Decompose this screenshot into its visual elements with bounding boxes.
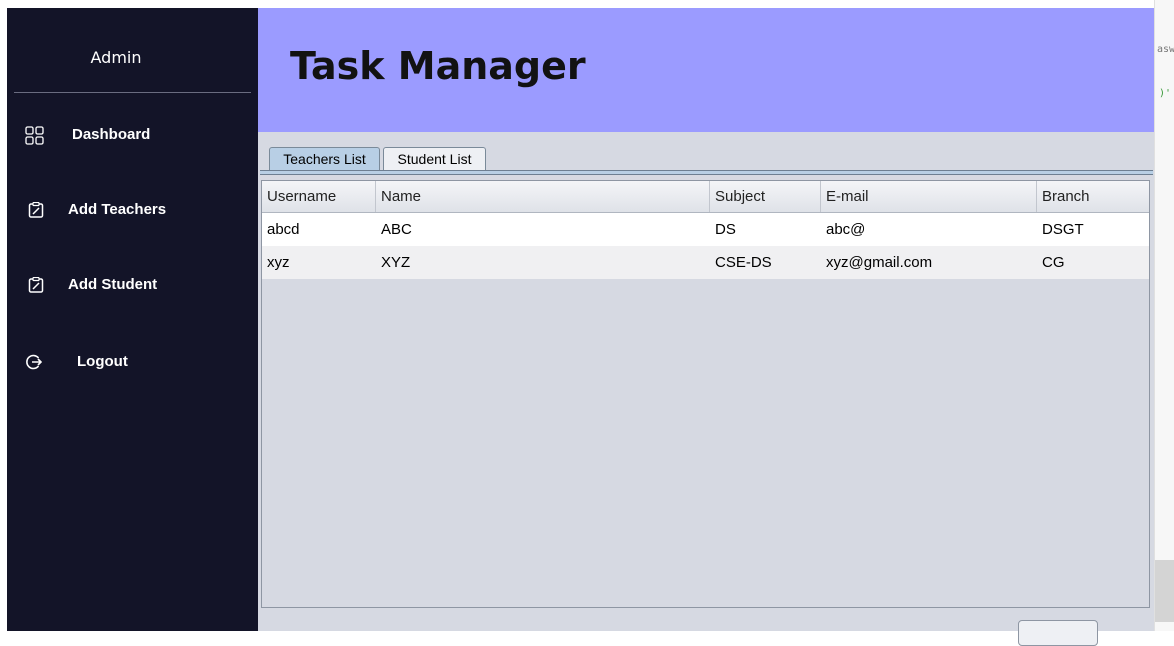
dashboard-grid-icon <box>25 126 44 145</box>
tab-student-list[interactable]: Student List <box>383 147 486 170</box>
sidebar: Admin Dashboard Add Teachers Add Student <box>7 8 258 631</box>
clipboard-edit-icon <box>28 202 44 218</box>
background-editor-strip: asw )' <box>1154 0 1174 631</box>
column-header-subject[interactable]: Subject <box>710 181 821 212</box>
header: Task Manager <box>258 8 1154 132</box>
sidebar-item-label: Logout <box>77 353 128 370</box>
cell-email: abc@ <box>826 221 866 238</box>
code-fragment: asw <box>1157 44 1174 55</box>
teachers-table: Username Name Subject E-mail Branch abcd… <box>261 180 1150 608</box>
sidebar-item-logout[interactable]: Logout <box>7 344 258 380</box>
column-header-branch[interactable]: Branch <box>1037 181 1149 212</box>
cell-subject: CSE-DS <box>715 254 772 271</box>
column-header-username[interactable]: Username <box>262 181 376 212</box>
logout-icon <box>26 354 42 370</box>
page-title: Task Manager <box>290 44 586 88</box>
sidebar-title: Admin <box>90 48 142 67</box>
column-header-name[interactable]: Name <box>376 181 710 212</box>
cell-username: abcd <box>267 221 300 238</box>
cell-name: ABC <box>381 221 412 238</box>
cell-email: xyz@gmail.com <box>826 254 933 271</box>
cell-name: XYZ <box>381 254 411 271</box>
sidebar-item-add-student[interactable]: Add Student <box>7 267 258 303</box>
cell-branch: CG <box>1042 254 1065 271</box>
column-header-email[interactable]: E-mail <box>821 181 1037 212</box>
sidebar-item-dashboard[interactable]: Dashboard <box>7 117 258 153</box>
sidebar-item-label: Add Student <box>68 276 158 293</box>
sidebar-item-label: Add Teachers <box>68 201 167 218</box>
cell-branch: DSGT <box>1042 221 1084 238</box>
table-header: Username Name Subject E-mail Branch <box>262 181 1149 213</box>
sidebar-divider <box>14 92 251 93</box>
cell-subject: DS <box>715 221 736 238</box>
clipboard-edit-icon <box>28 277 44 293</box>
sidebar-item-label: Dashboard <box>72 126 151 143</box>
scrollbar-track[interactable] <box>1155 560 1174 622</box>
table-row[interactable]: xyz XYZ CSE-DS xyz@gmail.com CG <box>262 246 1149 279</box>
code-fragment: )' <box>1159 88 1172 99</box>
sidebar-item-add-teachers[interactable]: Add Teachers <box>7 192 258 228</box>
tab-underline <box>260 170 1153 175</box>
bottom-action-button[interactable] <box>1018 620 1098 646</box>
cell-username: xyz <box>267 254 290 271</box>
main-panel: Task Manager Teachers List Student List … <box>258 8 1154 646</box>
tab-teachers-list[interactable]: Teachers List <box>269 147 380 170</box>
table-row[interactable]: abcd ABC DS abc@ DSGT <box>262 213 1149 246</box>
